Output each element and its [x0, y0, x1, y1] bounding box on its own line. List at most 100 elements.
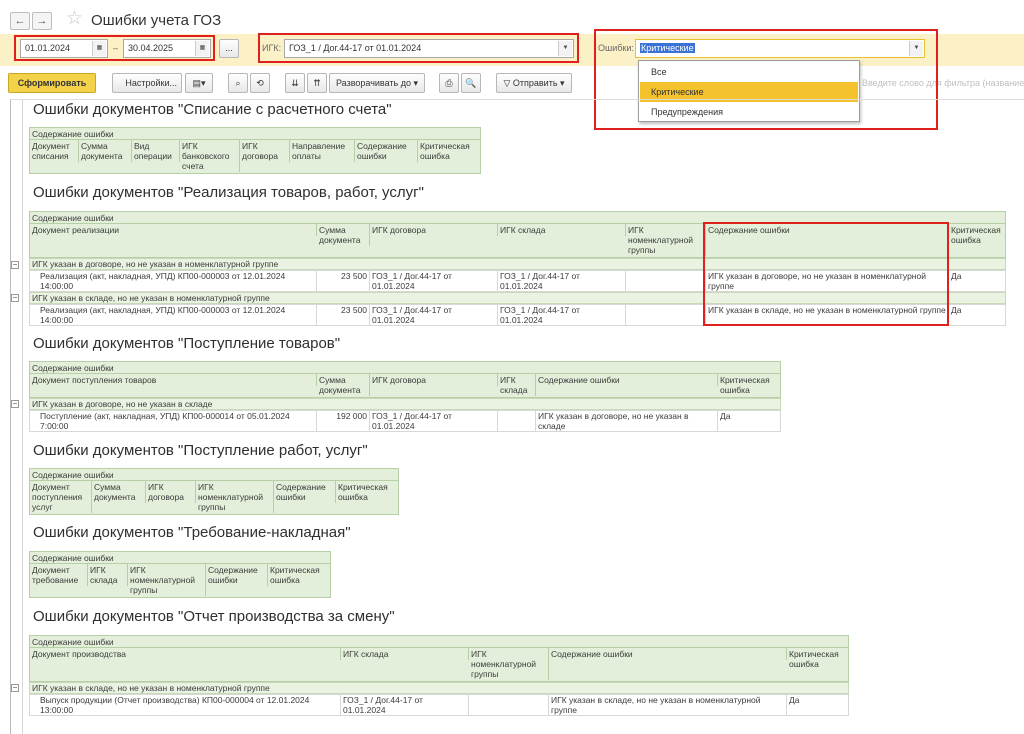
- table-header: Содержание ошибки Документ списания Сумм…: [29, 127, 481, 174]
- column-header: ИГК банковского счета: [180, 140, 240, 172]
- column-header: Документ реализации: [30, 224, 317, 236]
- send-button[interactable]: ▽ Отправить ▾: [496, 73, 572, 93]
- column-header: ИГК склада: [341, 648, 469, 660]
- column-header: ИГК склада: [88, 564, 128, 586]
- column-header: Содержание ошибки: [536, 374, 718, 386]
- cell-error: ИГК указан в договоре, но не указан в ск…: [536, 411, 718, 431]
- section-title: Ошибки документов "Требование-накладная": [33, 524, 351, 541]
- expand-icon: ⇈: [313, 78, 321, 88]
- favorite-star-icon[interactable]: ☆: [66, 9, 83, 29]
- cell-igk-warehouse: [498, 411, 536, 431]
- group-row[interactable]: ИГК указан в договоре, но не указан в ск…: [29, 398, 781, 410]
- table-header: Содержание ошибки Документ производства …: [29, 635, 849, 682]
- column-header: Сумма документа: [317, 374, 370, 396]
- cell-igk-group: [469, 695, 549, 715]
- column-header: ИГК склада: [498, 224, 626, 236]
- window-title: Ошибки учета ГОЗ: [91, 12, 222, 29]
- column-header: Сумма документа: [317, 224, 370, 246]
- cell-igk-contract: ГОЗ_1 / Дог.44-17 от 01.01.2024: [370, 411, 498, 431]
- column-header: ИГК номенклатурной группы: [128, 564, 206, 596]
- table-header: Содержание ошибки Документ поступления т…: [29, 361, 781, 398]
- variant-button[interactable]: ▤▾: [185, 73, 213, 93]
- collapse-group-icon[interactable]: −: [11, 684, 19, 692]
- printer-icon: ⎙: [445, 78, 453, 88]
- cell-document[interactable]: Поступление (акт, накладная, УПД) КП00-0…: [30, 411, 317, 431]
- column-header: ИГК номенклатурной группы: [469, 648, 549, 680]
- cell-igk-warehouse: ГОЗ_1 / Дог.44-17 от 01.01.2024: [341, 695, 469, 715]
- send-icon: ▽: [503, 78, 511, 88]
- print-button[interactable]: ⎙: [439, 73, 459, 93]
- highlight-box: [14, 35, 215, 61]
- table-header: Содержание ошибки Документ поступления у…: [29, 468, 399, 515]
- column-header: Сумма документа: [79, 140, 132, 162]
- search-cancel-button[interactable]: ⟲: [250, 73, 270, 93]
- cell-document[interactable]: Реализация (акт, накладная, УПД) КП00-00…: [30, 271, 317, 291]
- back-button[interactable]: ←: [10, 12, 30, 30]
- cell-igk-group: [626, 271, 706, 291]
- table-header: Содержание ошибки Документ требование ИГ…: [29, 551, 331, 598]
- settings-button[interactable]: Настройки...: [112, 73, 182, 93]
- header-caption: Содержание ошибки: [30, 636, 848, 648]
- highlight-box: [703, 222, 949, 326]
- column-header: ИГК договора: [146, 481, 196, 503]
- column-header: ИГК номенклатурной группы: [196, 481, 274, 513]
- table-row[interactable]: Выпуск продукции (Отчет производства) КП…: [29, 694, 849, 716]
- column-header: ИГК склада: [498, 374, 536, 396]
- column-header: ИГК номенклатурной группы: [626, 224, 706, 256]
- section-title: Ошибки документов "Списание с расчетного…: [33, 101, 392, 118]
- column-header: Документ поступления товаров: [30, 374, 317, 386]
- collapse-group-icon[interactable]: −: [11, 294, 19, 302]
- column-header: Критическая ошибка: [338, 482, 388, 502]
- cell-critical: Да: [951, 305, 962, 315]
- cell-igk-warehouse: ГОЗ_1 / Дог.44-17 от 01.01.2024: [498, 271, 626, 291]
- column-header: Критическая ошибка: [720, 375, 770, 395]
- cell-critical: Да: [951, 271, 962, 281]
- section-title: Ошибки документов "Отчет производства за…: [33, 608, 395, 625]
- header-caption: Содержание ошибки: [30, 552, 330, 564]
- cell-document[interactable]: Выпуск продукции (Отчет производства) КП…: [30, 695, 341, 715]
- collapse-all-button[interactable]: ⇊: [285, 73, 305, 93]
- preview-button[interactable]: 🔍: [461, 73, 481, 93]
- column-header: Документ производства: [30, 648, 341, 660]
- cell-document[interactable]: Реализация (акт, накладная, УПД) КП00-00…: [30, 305, 317, 325]
- collapse-icon: ⇊: [291, 78, 299, 88]
- column-header: Критическая ошибка: [270, 565, 320, 585]
- cell-igk-group: [626, 305, 706, 325]
- table-row[interactable]: Поступление (акт, накладная, УПД) КП00-0…: [29, 410, 781, 432]
- collapse-group-icon[interactable]: −: [11, 261, 19, 269]
- expand-all-button[interactable]: ⇈: [307, 73, 327, 93]
- cell-igk-contract: ГОЗ_1 / Дог.44-17 от 01.01.2024: [370, 271, 498, 291]
- print-preview-icon: 🔍: [465, 78, 477, 88]
- period-select-button[interactable]: ...: [219, 39, 239, 58]
- search-button[interactable]: ⌕: [228, 73, 248, 93]
- column-header: Документ поступления услуг: [30, 481, 92, 513]
- search-cancel-icon: ⟲: [256, 78, 264, 88]
- cell-critical: Да: [789, 695, 800, 705]
- collapse-group-icon[interactable]: −: [11, 400, 19, 408]
- cell-igk-warehouse: ГОЗ_1 / Дог.44-17 от 01.01.2024: [498, 305, 626, 325]
- column-header: ИГК договора: [370, 224, 498, 236]
- cell-amount: 192 000: [317, 411, 370, 431]
- column-header: Документ списания: [30, 140, 79, 162]
- column-header: Вид операции: [132, 140, 180, 162]
- column-header: Сумма документа: [92, 481, 146, 503]
- column-header: Критическая ошибка: [420, 141, 470, 161]
- column-header: Документ требование: [30, 564, 88, 586]
- group-gutter: [22, 99, 23, 734]
- cell-critical: Да: [720, 411, 731, 421]
- column-header: Критическая ошибка: [789, 649, 839, 669]
- report-window: ← → ☆ Ошибки учета ГОЗ 01.01.2024 ▦ – 30.…: [0, 0, 1024, 734]
- report-variant-icon: ▤▾: [192, 78, 206, 88]
- generate-button[interactable]: Сформировать: [8, 73, 96, 93]
- expand-to-button[interactable]: Разворачивать до ▾: [329, 73, 425, 93]
- section-title: Ошибки документов "Поступление работ, ус…: [33, 442, 368, 459]
- cell-error: ИГК указан в складе, но не указан в номе…: [549, 695, 787, 715]
- forward-button[interactable]: →: [32, 12, 52, 30]
- column-header: Направление оплаты: [290, 140, 355, 162]
- group-row[interactable]: ИГК указан в складе, но не указан в номе…: [29, 682, 849, 694]
- column-header: Содержание ошибки: [355, 140, 418, 162]
- cell-amount: 23 500: [317, 305, 370, 325]
- cell-amount: 23 500: [317, 271, 370, 291]
- column-header: Содержание ошибки: [274, 481, 336, 503]
- column-header: ИГК договора: [240, 140, 290, 162]
